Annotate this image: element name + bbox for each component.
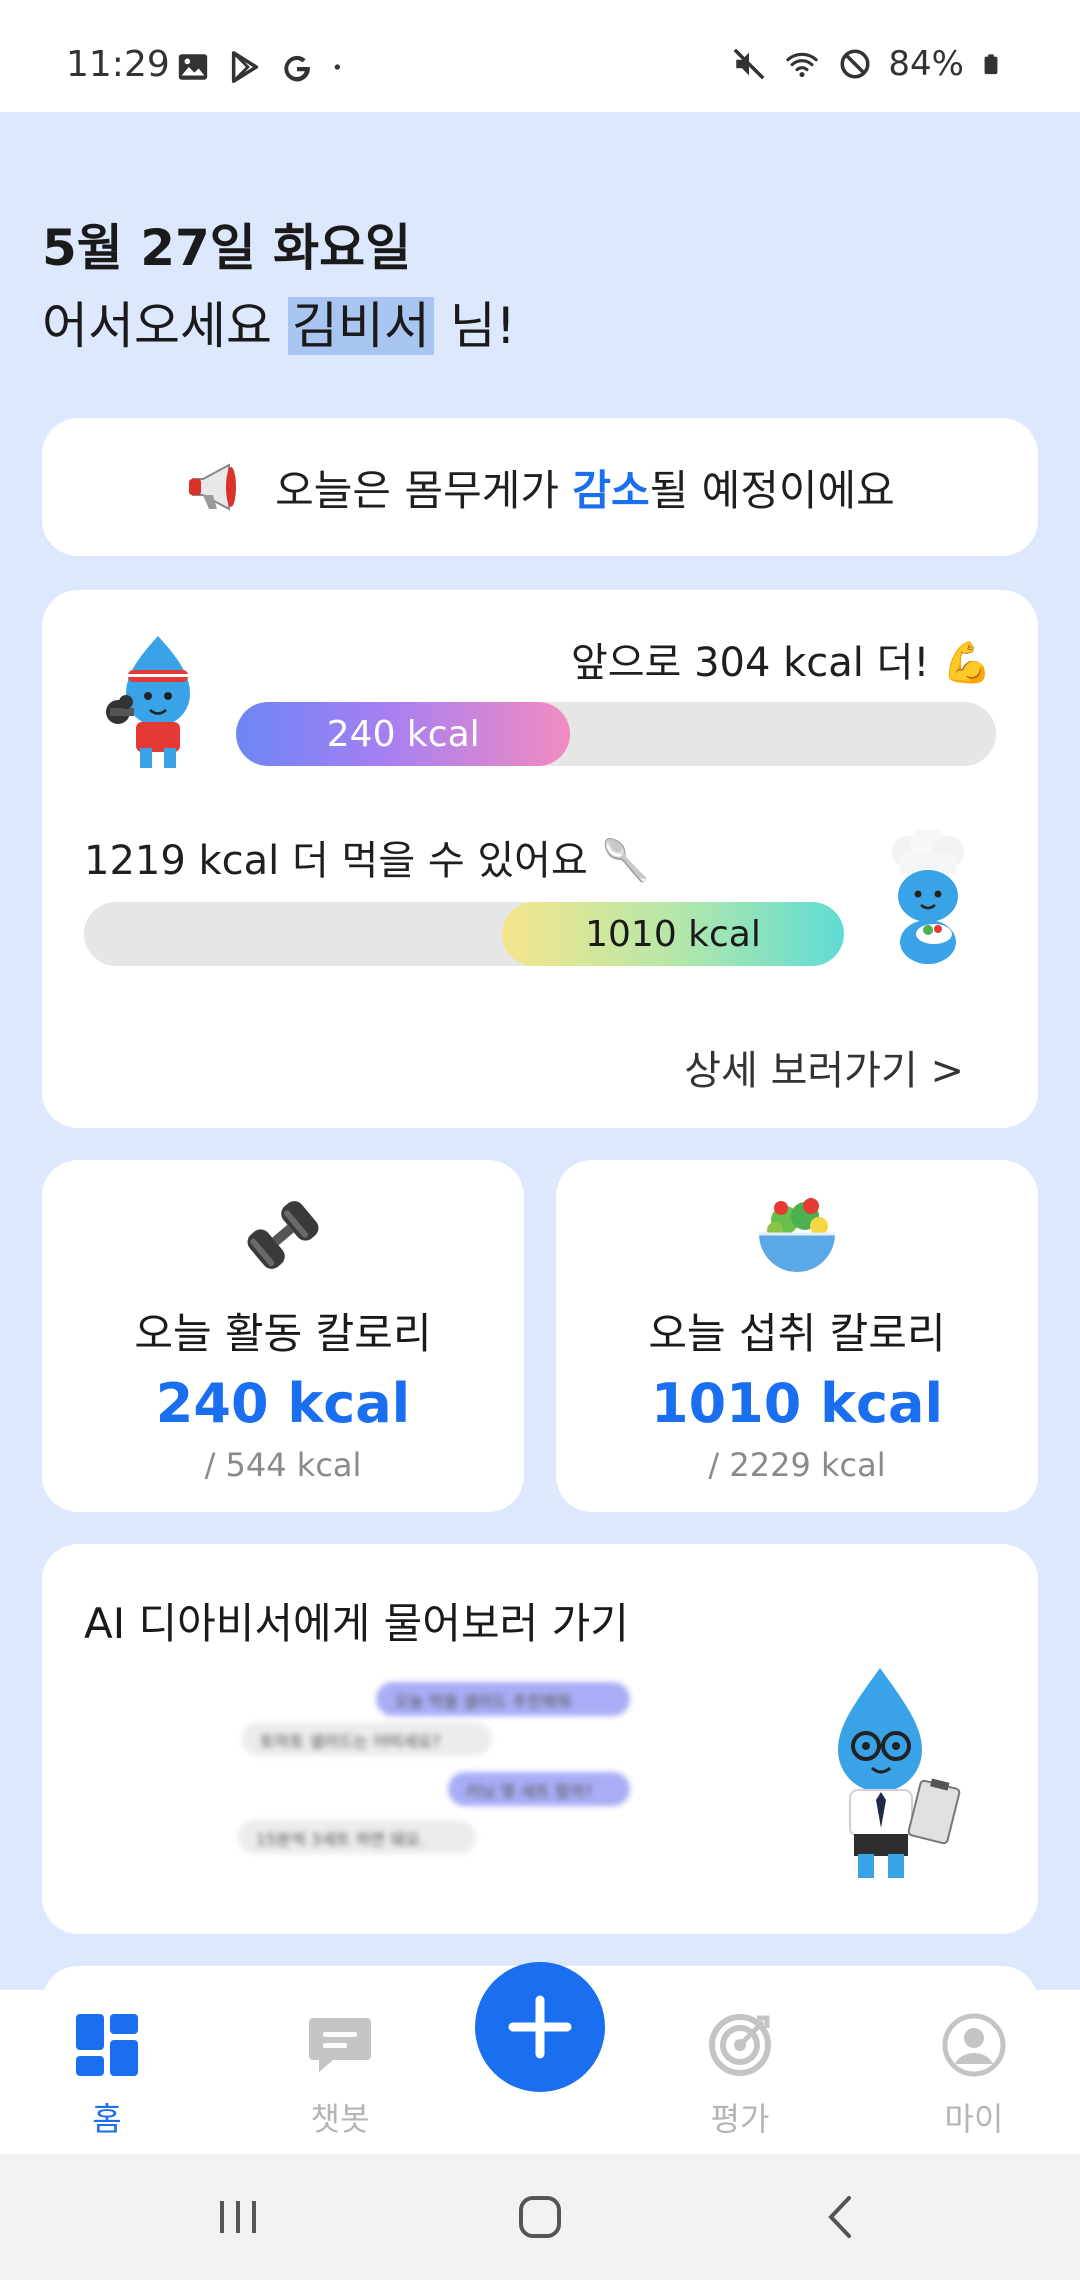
nav-my[interactable]: 마이 (894, 1990, 1054, 2154)
nav-evaluation-label: 평가 (710, 2100, 770, 2138)
battery-icon (984, 54, 998, 75)
nav-chatbot[interactable]: 챗봇 (260, 1990, 420, 2154)
burn-remaining-text: 앞으로 304 kcal 더! (570, 640, 930, 686)
back-icon (828, 2196, 851, 2238)
chat-preview-bubble: 러닝 몇 세트 할까? (448, 1772, 630, 1806)
dumbbell-icon (247, 1201, 319, 1269)
nav-chatbot-label: 챗봇 (310, 2100, 370, 2138)
play-store-icon (231, 51, 259, 83)
system-navigation-bar (0, 2154, 1080, 2280)
notice-text-before: 오늘은 몸무게가 (275, 465, 573, 515)
intake-calorie-goal: / 2229 kcal (708, 1446, 886, 1484)
megaphone-icon (189, 463, 237, 511)
ai-assistant-title: AI 디아비서에게 물어보러 가기 (84, 1599, 629, 1648)
eat-remaining-text: 1219 kcal 더 먹을 수 있어요 (84, 838, 588, 884)
activity-calorie-title: 오늘 활동 칼로리 (134, 1309, 432, 1358)
profile-icon (942, 2013, 1006, 2077)
chat-preview-text: 15분씩 3세트 하면 돼요. (256, 1830, 425, 1849)
nav-evaluation[interactable]: 평가 (660, 1990, 820, 2154)
chat-preview-bubble: 토마토 샐러드는 어떠세요? (242, 1722, 492, 1756)
gallery-icon (178, 54, 208, 80)
intake-calorie-title: 오늘 섭취 칼로리 (648, 1309, 946, 1358)
notice-highlight: 감소 (572, 465, 650, 515)
nav-home-label: 홈 (92, 2100, 122, 2138)
salad-icon (759, 1198, 835, 1272)
nav-my-label: 마이 (944, 2100, 1004, 2138)
home-grid-icon (76, 2014, 138, 2076)
weight-forecast-notice: 오늘은 몸무게가 감소될 예정이에요 (42, 418, 1038, 556)
block-icon (840, 49, 870, 79)
nav-home[interactable]: 홈 (27, 1990, 187, 2154)
chat-preview-text: 오늘 먹을 샐러드 추천해줘 (394, 1692, 572, 1711)
home-button[interactable] (505, 2182, 575, 2252)
chef-mascot-image (892, 830, 964, 964)
burn-progress-fill: 240 kcal (236, 702, 571, 766)
flexed-bicep-icon: 💪 (942, 640, 992, 686)
chat-preview-bubble: 오늘 먹을 샐러드 추천해줘 (376, 1682, 630, 1716)
workout-mascot-image (106, 636, 190, 768)
mute-icon (734, 48, 765, 80)
notification-icons (176, 50, 348, 84)
greeting-suffix: 님! (433, 297, 516, 355)
notice-text: 오늘은 몸무게가 감소될 예정이에요 (275, 457, 895, 518)
eat-progress-bar: 1010 kcal (84, 902, 844, 966)
recent-apps-button[interactable] (203, 2182, 273, 2252)
eat-progress-value: 1010 kcal (585, 913, 761, 955)
intake-calorie-value: 1010 kcal (651, 1372, 943, 1435)
google-icon (284, 55, 310, 82)
ai-assistant-card[interactable]: AI 디아비서에게 물어보러 가기 오늘 먹을 샐러드 추천해줘 토마토 샐러드… (42, 1544, 1038, 1934)
chat-icon (309, 2018, 371, 2072)
calorie-progress-card[interactable]: 앞으로 304 kcal 더! 💪 240 kcal 1219 kcal 더 먹… (42, 590, 1038, 1128)
greeting-date: 5월 27일 화요일 (42, 219, 412, 277)
activity-calorie-value: 240 kcal (155, 1372, 411, 1435)
greeting-prefix: 어서오세요 (42, 297, 288, 355)
view-details-link[interactable]: 상세 보러가기 > (684, 1038, 964, 1096)
recent-apps-icon (220, 2201, 256, 2233)
battery-percent: 84% (888, 44, 964, 84)
back-button[interactable] (806, 2182, 876, 2252)
status-time: 11:29 (66, 44, 170, 85)
intake-calorie-card[interactable]: 오늘 섭취 칼로리 1010 kcal / 2229 kcal (556, 1160, 1038, 1512)
assistant-mascot-image (838, 1668, 961, 1878)
burn-remaining-label: 앞으로 304 kcal 더! 💪 (571, 630, 992, 688)
status-bar: 11:29 84% (0, 0, 1080, 112)
chat-preview-text: 러닝 몇 세트 할까? (466, 1782, 593, 1801)
wifi-icon (786, 52, 819, 78)
greeting-line: 어서오세요 김비서 님! (42, 286, 516, 358)
plus-icon (508, 1995, 572, 2059)
burn-progress-bar: 240 kcal (236, 702, 996, 766)
activity-calorie-card[interactable]: 오늘 활동 칼로리 240 kcal / 544 kcal (42, 1160, 524, 1512)
add-button[interactable] (475, 1962, 605, 2092)
eat-progress-fill: 1010 kcal (502, 902, 844, 966)
spoon-icon: 🥄 (600, 838, 651, 884)
notice-text-after: 될 예정이에요 (649, 465, 895, 515)
home-icon (519, 2196, 561, 2238)
chat-preview-text: 토마토 샐러드는 어떠세요? (260, 1732, 441, 1751)
eat-remaining-label: 1219 kcal 더 먹을 수 있어요 🥄 (84, 828, 650, 886)
target-icon (709, 2014, 771, 2076)
burn-progress-value: 240 kcal (326, 713, 480, 755)
activity-calorie-goal: / 544 kcal (204, 1446, 362, 1484)
user-name: 김비서 (287, 297, 434, 355)
dot-icon (334, 64, 340, 70)
chat-preview-bubble: 15분씩 3세트 하면 돼요. (238, 1820, 476, 1854)
